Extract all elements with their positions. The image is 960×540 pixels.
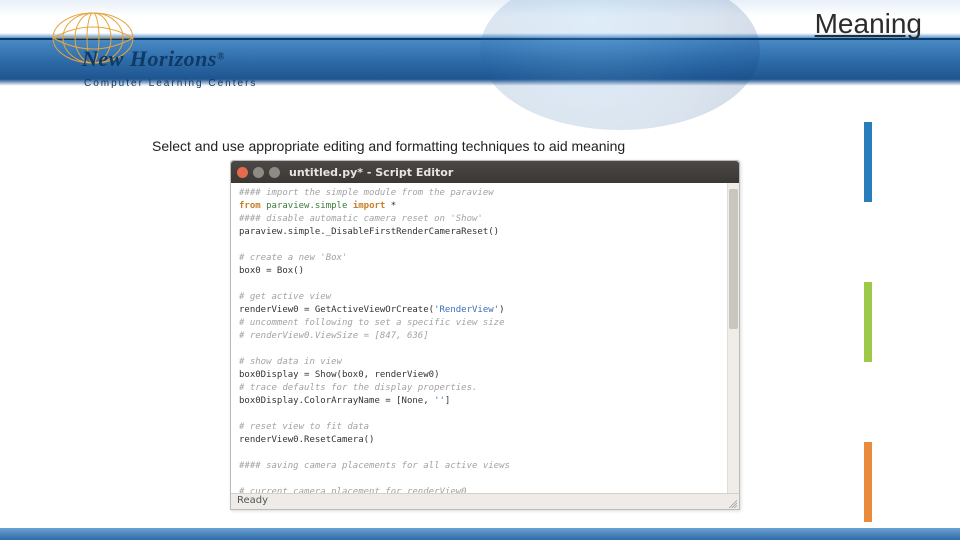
vertical-scrollbar[interactable] — [727, 183, 739, 493]
tab-marker-blue — [864, 122, 872, 202]
body-text: Select and use appropriate editing and f… — [152, 138, 625, 154]
tab-marker-orange — [864, 442, 872, 522]
maximize-icon[interactable] — [269, 167, 280, 178]
page-title: Meaning — [815, 8, 922, 40]
status-text: Ready — [237, 495, 268, 506]
window-titlebar[interactable]: untitled.py* - Script Editor — [231, 161, 739, 183]
script-editor-window: untitled.py* - Script Editor #### import… — [230, 160, 740, 510]
close-icon[interactable] — [237, 167, 248, 178]
resize-grip-icon[interactable] — [727, 498, 737, 508]
logo-wordmark: New Horizons® — [82, 46, 224, 72]
decorative-globe — [480, 0, 760, 130]
tab-marker-gap1 — [864, 202, 872, 282]
scrollbar-thumb[interactable] — [729, 189, 738, 329]
tab-marker-green — [864, 282, 872, 362]
brand-logo: New Horizons® Computer Learning Centers — [42, 6, 262, 96]
side-color-tabs — [864, 122, 872, 522]
window-title: untitled.py* - Script Editor — [289, 166, 453, 179]
status-bar: Ready — [231, 493, 739, 509]
slide-footer-bar — [0, 528, 960, 540]
logo-tagline: Computer Learning Centers — [84, 78, 257, 89]
minimize-icon[interactable] — [253, 167, 264, 178]
code-editor[interactable]: #### import the simple module from the p… — [231, 183, 739, 493]
tab-marker-gap2 — [864, 362, 872, 442]
